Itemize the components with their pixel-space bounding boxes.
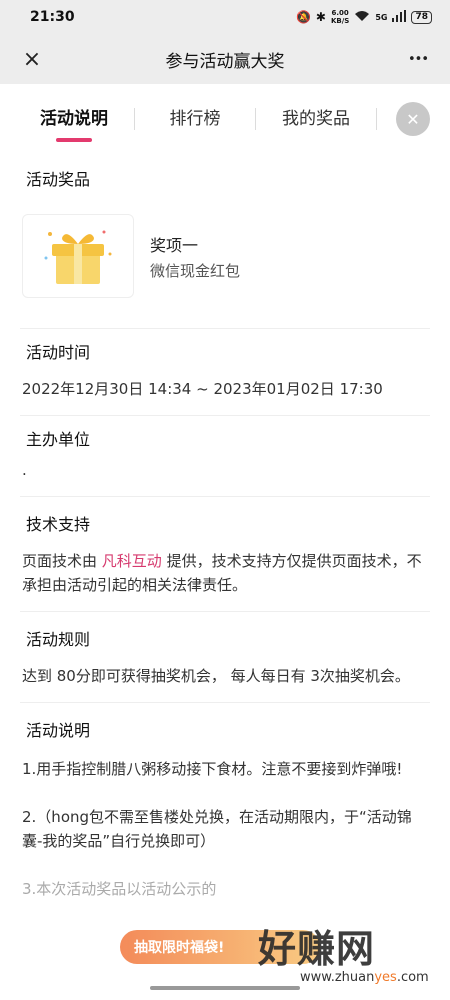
status-bar: 21:30 🔕 ✱ 6.00 KB/S 5G 78 — [0, 0, 450, 34]
section-title: 活动奖品 — [22, 164, 99, 195]
section-title: 活动说明 — [22, 715, 99, 746]
tech-support-text: 页面技术由 凡科互动 提供，技术支持方仅提供页面技术，不承担由活动引起的相关法律… — [22, 549, 428, 597]
prize-item: 奖项一 微信现金红包 — [22, 214, 428, 298]
url-prefix: www.zhuan — [300, 970, 375, 985]
tech-text-before: 页面技术由 — [22, 552, 102, 570]
battery-icon: 78 — [411, 10, 432, 24]
nav-bar: × 参与活动赢大奖 ••• — [0, 34, 450, 84]
tab-activity-info[interactable]: 活动说明 — [14, 84, 134, 154]
close-icon: ✕ — [406, 109, 420, 129]
organizer-section: 主办单位 . — [0, 424, 450, 482]
divider — [20, 415, 430, 416]
desc-section: 活动说明 1.用手指控制腊八粥移动接下食材。注意不要接到炸弹哦! 2.（hong… — [0, 715, 450, 901]
prize-desc: 微信现金红包 — [150, 261, 241, 280]
divider — [20, 702, 430, 703]
close-panel-button[interactable]: ✕ — [396, 102, 430, 136]
section-title: 主办单位 — [22, 424, 99, 455]
home-indicator[interactable] — [150, 986, 300, 990]
prize-name: 奖项一 — [150, 235, 199, 255]
tab-my-prizes[interactable]: 我的奖品 — [256, 84, 376, 154]
desc-item: 3.本次活动奖品以活动公示的 — [22, 880, 217, 898]
close-icon[interactable]: × — [12, 39, 52, 79]
more-options-icon[interactable]: ••• — [398, 39, 438, 79]
organizer-value: . — [22, 461, 27, 479]
mute-icon: 🔕 — [295, 10, 311, 24]
section-title: 活动时间 — [22, 337, 99, 368]
desc-item: 2.（hong包不需至售楼处兑换，在活动期限内，于“活动锦囊-我的奖品”自行兑换… — [22, 808, 412, 850]
bluetooth-icon: ✱ — [315, 10, 326, 24]
status-icons: 🔕 ✱ 6.00 KB/S 5G 78 — [296, 9, 432, 25]
tab-bar: 活动说明 排行榜 我的奖品 ✕ — [0, 84, 450, 154]
net-speed-value: 6.00 — [331, 9, 349, 17]
page-title: 参与活动赢大奖 — [165, 51, 285, 72]
tab-divider — [376, 108, 377, 130]
net-speed: 6.00 KB/S — [331, 9, 349, 25]
divider — [20, 328, 430, 329]
tech-provider-link[interactable]: 凡科互动 — [102, 552, 162, 570]
prize-section: 活动奖品 奖项一 微信现金红包 — [0, 164, 450, 298]
gift-box-icon — [22, 214, 134, 298]
desc-item: 1.用手指控制腊八粥移动接下食材。注意不要接到炸弹哦! — [22, 760, 403, 778]
signal-icon — [392, 9, 407, 25]
activity-time: 2022年12月30日 14:34 ~ 2023年01月02日 17:30 — [22, 380, 383, 398]
signal-label: 5G — [375, 12, 388, 22]
rules-section: 活动规则 达到 80分即可获得抽奖机会， 每人每日有 3次抽奖机会。 — [0, 624, 450, 688]
url-suffix: .com — [396, 970, 429, 985]
divider — [20, 611, 430, 612]
net-speed-unit: KB/S — [330, 17, 350, 25]
tab-leaderboard[interactable]: 排行榜 — [135, 84, 255, 154]
watermark-url: www.zhuanyes.com — [300, 970, 429, 985]
url-accent: yes — [374, 970, 397, 985]
time-section: 活动时间 2022年12月30日 14:34 ~ 2023年01月02日 17:… — [0, 337, 450, 401]
tech-section: 技术支持 页面技术由 凡科互动 提供，技术支持方仅提供页面技术，不承担由活动引起… — [0, 509, 450, 597]
rules-text: 达到 80分即可获得抽奖机会， 每人每日有 3次抽奖机会。 — [22, 667, 410, 685]
watermark-logo: 好赚网 — [258, 927, 376, 971]
section-title: 活动规则 — [22, 624, 99, 655]
section-title: 技术支持 — [22, 509, 99, 540]
wifi-icon — [354, 10, 370, 25]
status-time: 21:30 — [30, 9, 75, 25]
divider — [20, 496, 430, 497]
main-content: 活动说明 排行榜 我的奖品 ✕ 活动奖品 奖项一 微信现金红包 活动时间 202… — [0, 84, 450, 1000]
